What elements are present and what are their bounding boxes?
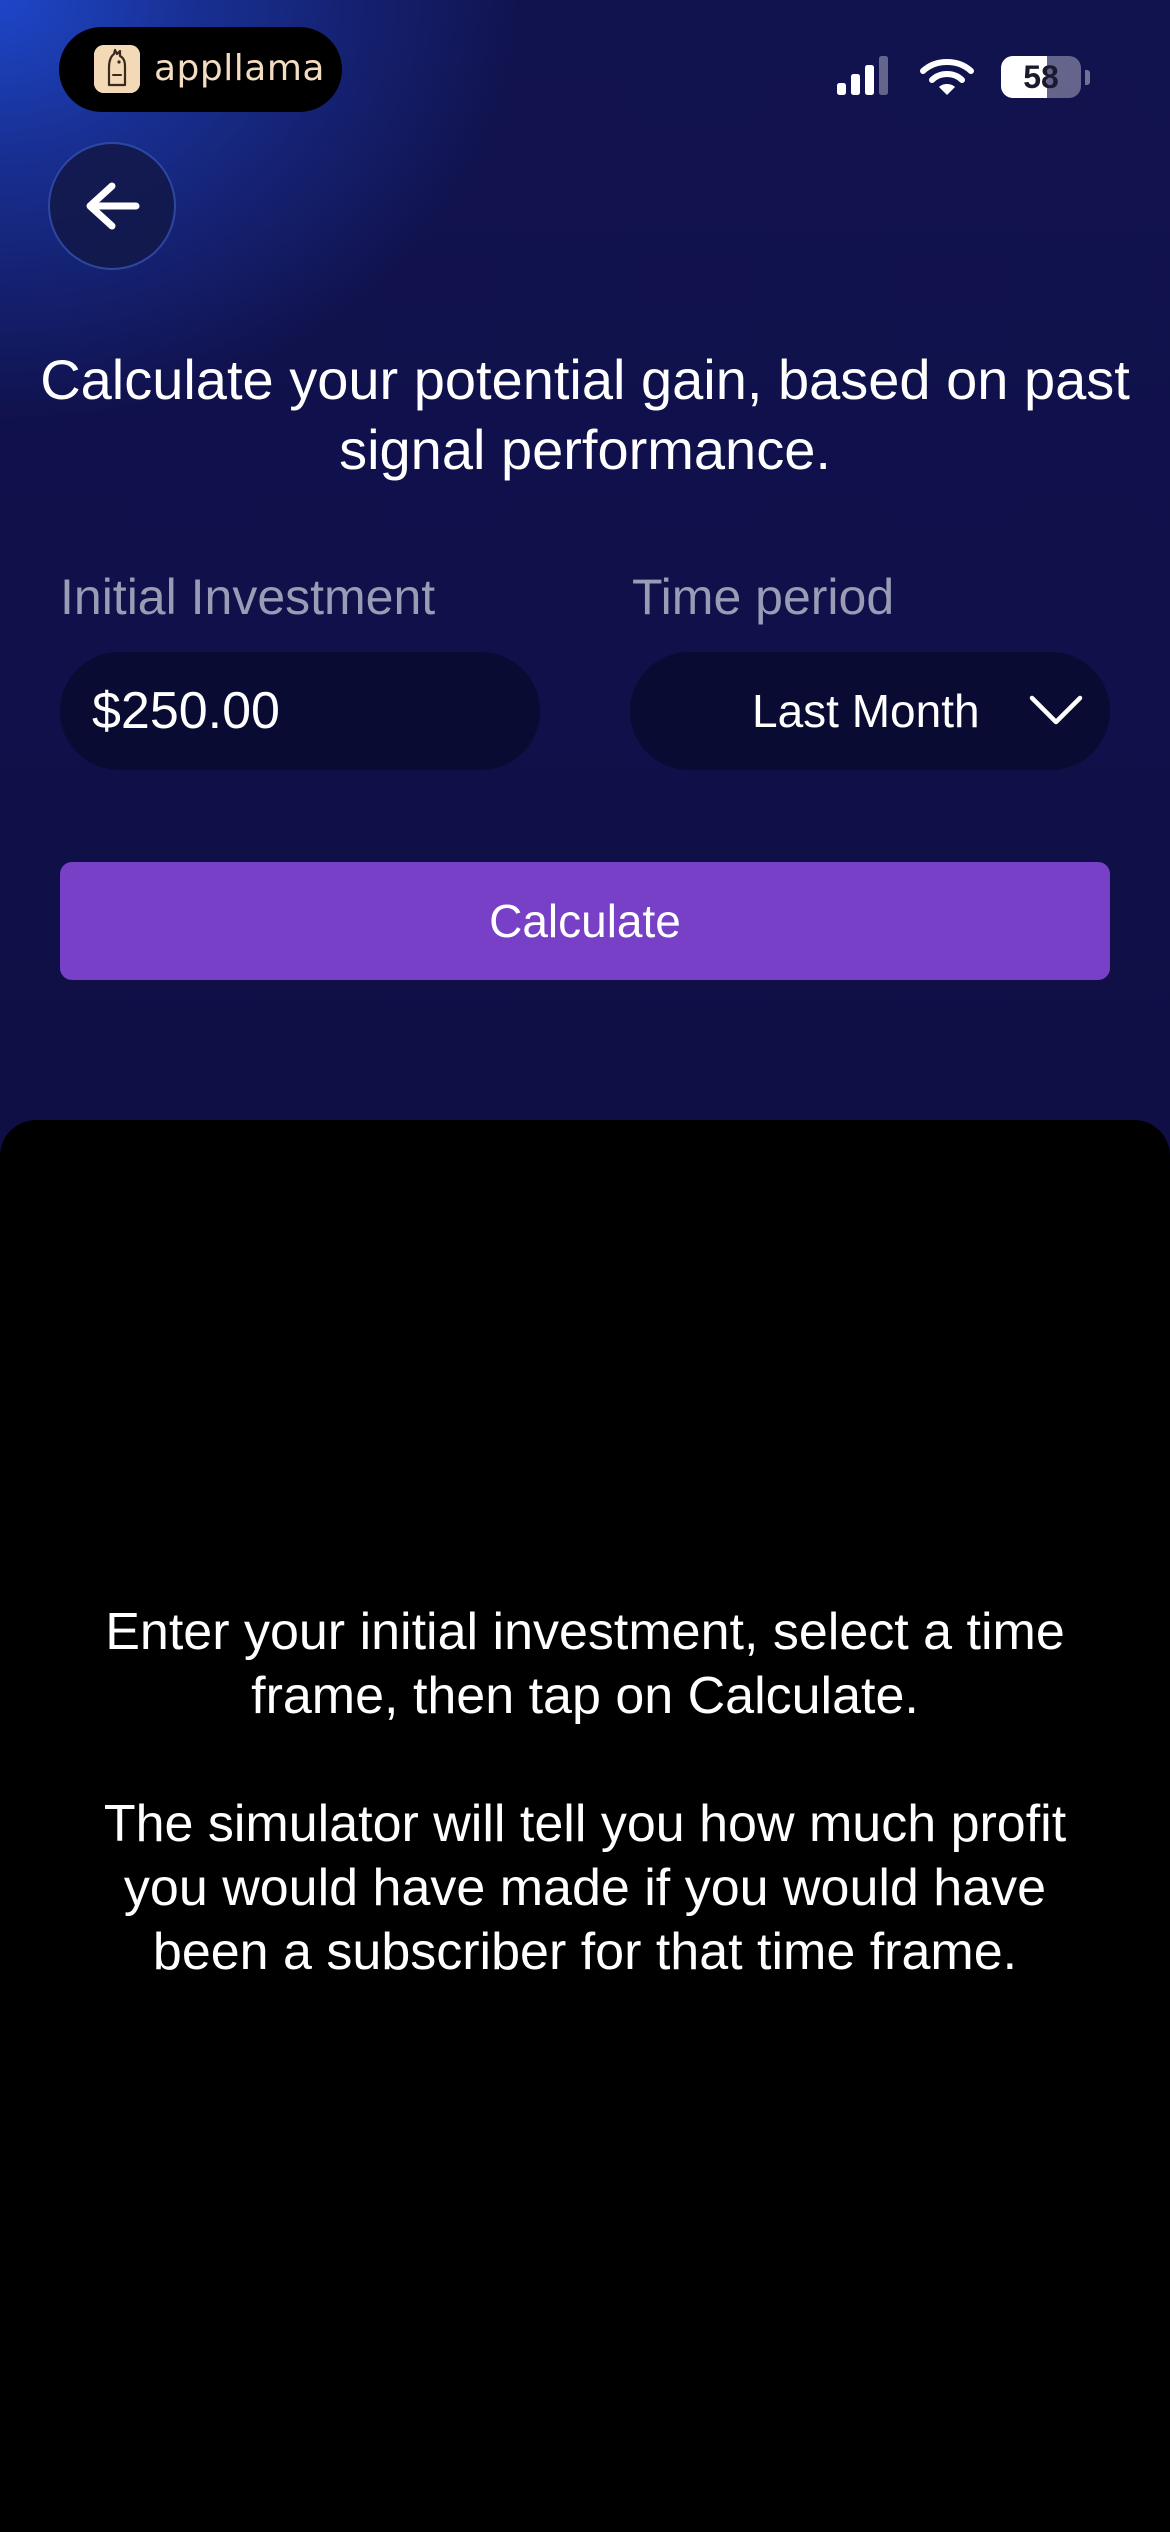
back-button[interactable] [48,142,176,270]
signal-bar [851,74,860,95]
brand-badge: appllama [59,27,342,112]
results-panel: Enter your initial investment, select a … [0,1120,1170,2532]
llama-logo-icon [94,45,140,93]
instruction-line-2: The simulator will tell you how much pro… [103,1795,1067,1981]
instruction-line-1: Enter your initial investment, select a … [105,1603,1065,1725]
battery-level: 58 [1023,59,1059,95]
time-period-label: Time period [632,569,895,625]
calculate-button[interactable]: Calculate [60,862,1110,980]
status-icons: 58 [833,52,1090,102]
instructions-text: Enter your initial investment, select a … [60,1600,1110,1984]
signal-bar [865,65,874,95]
battery-cap [1085,69,1090,85]
wifi-icon [920,59,974,95]
time-period-select[interactable]: Last Month [630,652,1110,770]
arrow-left-icon [86,182,140,230]
page-title: Calculate your potential gain, based on … [40,348,1130,481]
battery-icon: 58 [1001,56,1081,98]
investment-label: Initial Investment [60,569,436,625]
investment-input[interactable] [60,652,540,770]
time-period-value: Last Month [752,685,980,737]
chevron-down-icon [1028,692,1084,728]
cellular-signal-icon [837,56,888,95]
signal-bar [879,56,888,95]
signal-bar [837,83,846,95]
brand-name: appllama [154,48,325,89]
